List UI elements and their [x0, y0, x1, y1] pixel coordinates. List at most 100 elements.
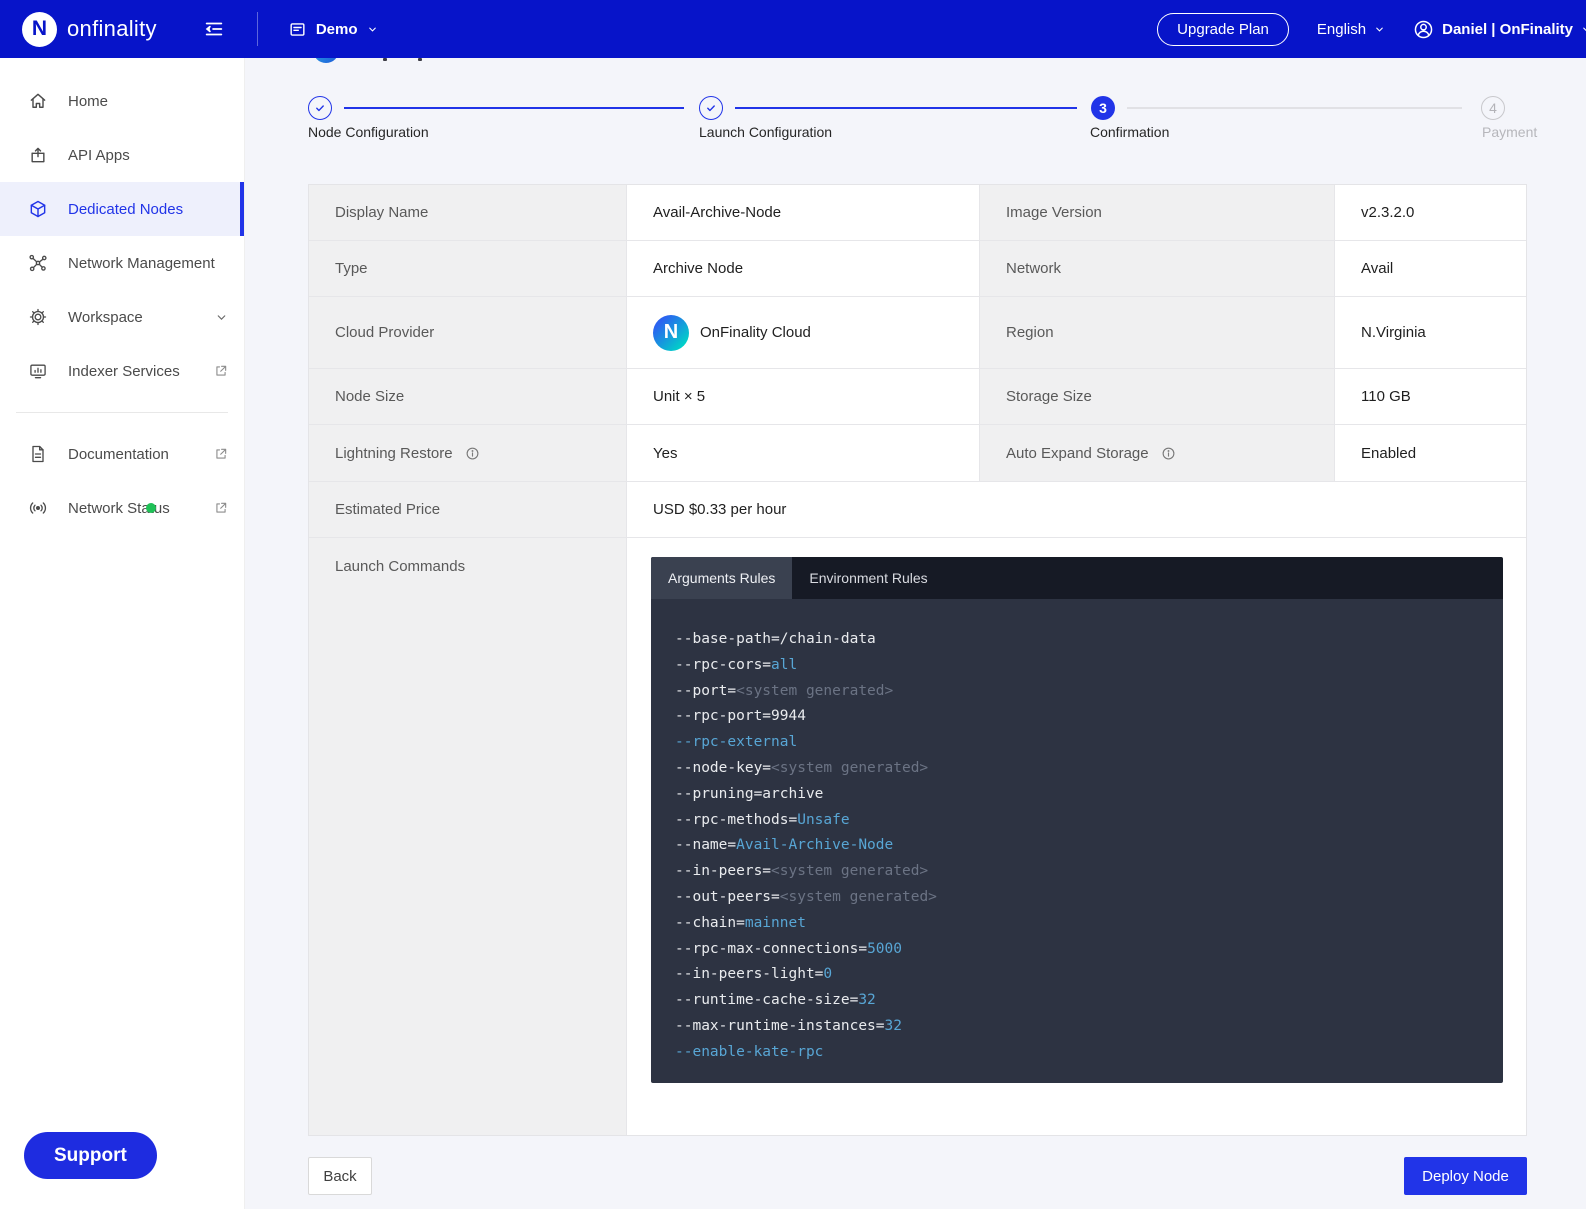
user-menu[interactable]: Daniel | OnFinality: [1413, 19, 1586, 40]
summary-label-launch-commands: Launch Commands: [309, 538, 627, 1135]
summary-value-lightning-restore: Yes: [627, 425, 980, 482]
page-title-text-clipped: [383, 58, 387, 61]
summary-label-display-name: Display Name: [309, 185, 627, 241]
summary-label-type: Type: [309, 241, 627, 297]
onfinality-cloud-logo: N: [653, 315, 689, 351]
main-content: Node Configuration Launch Configuration …: [245, 58, 1586, 1209]
summary-label-region: Region: [980, 297, 1335, 369]
external-link-icon: [214, 501, 228, 515]
sidebar-item-indexer-services[interactable]: Indexer Services: [0, 344, 244, 398]
workspace-menu[interactable]: Demo: [288, 20, 378, 39]
indexer-icon: [28, 361, 48, 381]
step-1-check-icon[interactable]: [308, 96, 332, 120]
brand-name: onfinality: [67, 16, 157, 42]
auto-expand-storage-label: Auto Expand Storage: [1006, 445, 1149, 462]
step-2-label: Launch Configuration: [699, 124, 832, 140]
chevron-down-icon: [1374, 24, 1385, 35]
summary-value-estimated-price: USD $0.33 per hour: [627, 482, 1526, 538]
step-4-label: Payment: [1482, 124, 1537, 140]
sidebar-item-dedicated-nodes[interactable]: Dedicated Nodes: [0, 182, 244, 236]
sidebar-item-network-management[interactable]: Network Management: [0, 236, 244, 290]
brand-logo[interactable]: N onfinality: [22, 12, 157, 47]
sidebar-item-label: Workspace: [68, 309, 215, 326]
summary-value-auto-expand-storage: Enabled: [1335, 425, 1526, 482]
info-icon[interactable]: [465, 446, 480, 461]
tab-arguments-rules[interactable]: Arguments Rules: [651, 557, 792, 599]
summary-value-storage-size: 110 GB: [1335, 369, 1526, 425]
summary-value-type: Archive Node: [627, 241, 980, 297]
sidebar-item-network-status[interactable]: Network Status: [0, 481, 244, 535]
step-4-number: 4: [1481, 96, 1505, 120]
support-button[interactable]: Support: [24, 1132, 157, 1179]
sidebar-item-label: Network Status: [68, 500, 214, 517]
external-link-icon: [214, 447, 228, 461]
summary-value-display-name: Avail-Archive-Node: [627, 185, 980, 241]
cube-icon: [28, 199, 48, 219]
back-button[interactable]: Back: [308, 1157, 372, 1195]
summary-label-network: Network: [980, 241, 1335, 297]
summary-label-auto-expand-storage: Auto Expand Storage: [980, 425, 1335, 482]
sidebar-item-label: API Apps: [68, 147, 228, 164]
sidebar-item-workspace[interactable]: Workspace: [0, 290, 244, 344]
tab-environment-rules[interactable]: Environment Rules: [792, 557, 944, 599]
sidebar-item-home[interactable]: Home: [0, 74, 244, 128]
workspace-menu-label: Demo: [316, 21, 358, 38]
lightning-restore-label: Lightning Restore: [335, 445, 453, 462]
summary-label-node-size: Node Size: [309, 369, 627, 425]
sidebar: Home API Apps Dedicated Nodes Network Ma…: [0, 58, 245, 1209]
chevron-down-icon: [367, 24, 378, 35]
gear-icon: [28, 307, 48, 327]
sidebar-item-label: Documentation: [68, 446, 214, 463]
page-title-text-clipped: [418, 58, 422, 61]
sidebar-item-api-apps[interactable]: API Apps: [0, 128, 244, 182]
external-link-icon: [214, 364, 228, 378]
chevron-down-icon: [215, 311, 228, 324]
summary-value-image-version: v2.3.2.0: [1335, 185, 1526, 241]
step-connector: [344, 107, 684, 109]
code-lines: --base-path=/chain-data--rpc-cors=all--p…: [651, 599, 1503, 1083]
step-connector: [1127, 107, 1462, 109]
summary-label-storage-size: Storage Size: [980, 369, 1335, 425]
summary-label-lightning-restore: Lightning Restore: [309, 425, 627, 482]
summary-label-cloud-provider: Cloud Provider: [309, 297, 627, 369]
upgrade-plan-button[interactable]: Upgrade Plan: [1157, 13, 1289, 46]
sidebar-item-label: Dedicated Nodes: [68, 201, 228, 218]
step-2-check-icon[interactable]: [699, 96, 723, 120]
summary-value-region: N.Virginia: [1335, 297, 1526, 369]
sidebar-item-documentation[interactable]: Documentation: [0, 427, 244, 481]
summary-value-node-size: Unit × 5: [627, 369, 980, 425]
user-menu-label: Daniel | OnFinality: [1442, 21, 1573, 38]
onfinality-logo-icon: N: [22, 12, 57, 47]
document-icon: [28, 444, 48, 464]
chevron-down-icon: [1581, 24, 1586, 35]
broadcast-icon: [28, 498, 48, 518]
top-nav: N onfinality Demo Upgrade Plan English D…: [0, 0, 1586, 58]
summary-value-launch-commands: Arguments Rules Environment Rules --base…: [627, 538, 1526, 1135]
language-menu[interactable]: English: [1317, 21, 1385, 38]
network-status-dot: [146, 503, 156, 513]
step-connector: [735, 107, 1077, 109]
step-1-label: Node Configuration: [308, 124, 429, 140]
home-icon: [28, 91, 48, 111]
avatar-icon: [1413, 19, 1434, 40]
deploy-node-button[interactable]: Deploy Node: [1404, 1157, 1527, 1195]
api-apps-icon: [28, 145, 48, 165]
info-icon[interactable]: [1161, 446, 1176, 461]
step-3-number[interactable]: 3: [1091, 96, 1115, 120]
network-icon: [28, 253, 48, 273]
header-divider: [257, 12, 258, 46]
confirmation-summary-table: Display Name Avail-Archive-Node Image Ve…: [308, 184, 1527, 1136]
summary-value-network: Avail: [1335, 241, 1526, 297]
workspace-switcher-icon: [288, 20, 307, 39]
cloud-provider-name: OnFinality Cloud: [700, 324, 811, 341]
language-menu-label: English: [1317, 21, 1366, 38]
sidebar-item-label: Indexer Services: [68, 363, 214, 380]
sidebar-item-label: Home: [68, 93, 228, 110]
sidebar-divider: [16, 412, 228, 413]
launch-commands-panel: Arguments Rules Environment Rules --base…: [651, 557, 1503, 1083]
summary-label-estimated-price: Estimated Price: [309, 482, 627, 538]
summary-label-image-version: Image Version: [980, 185, 1335, 241]
sidebar-item-label: Network Management: [68, 255, 228, 272]
summary-value-cloud-provider: N OnFinality Cloud: [627, 297, 980, 369]
sidebar-collapse-icon[interactable]: [203, 18, 225, 40]
